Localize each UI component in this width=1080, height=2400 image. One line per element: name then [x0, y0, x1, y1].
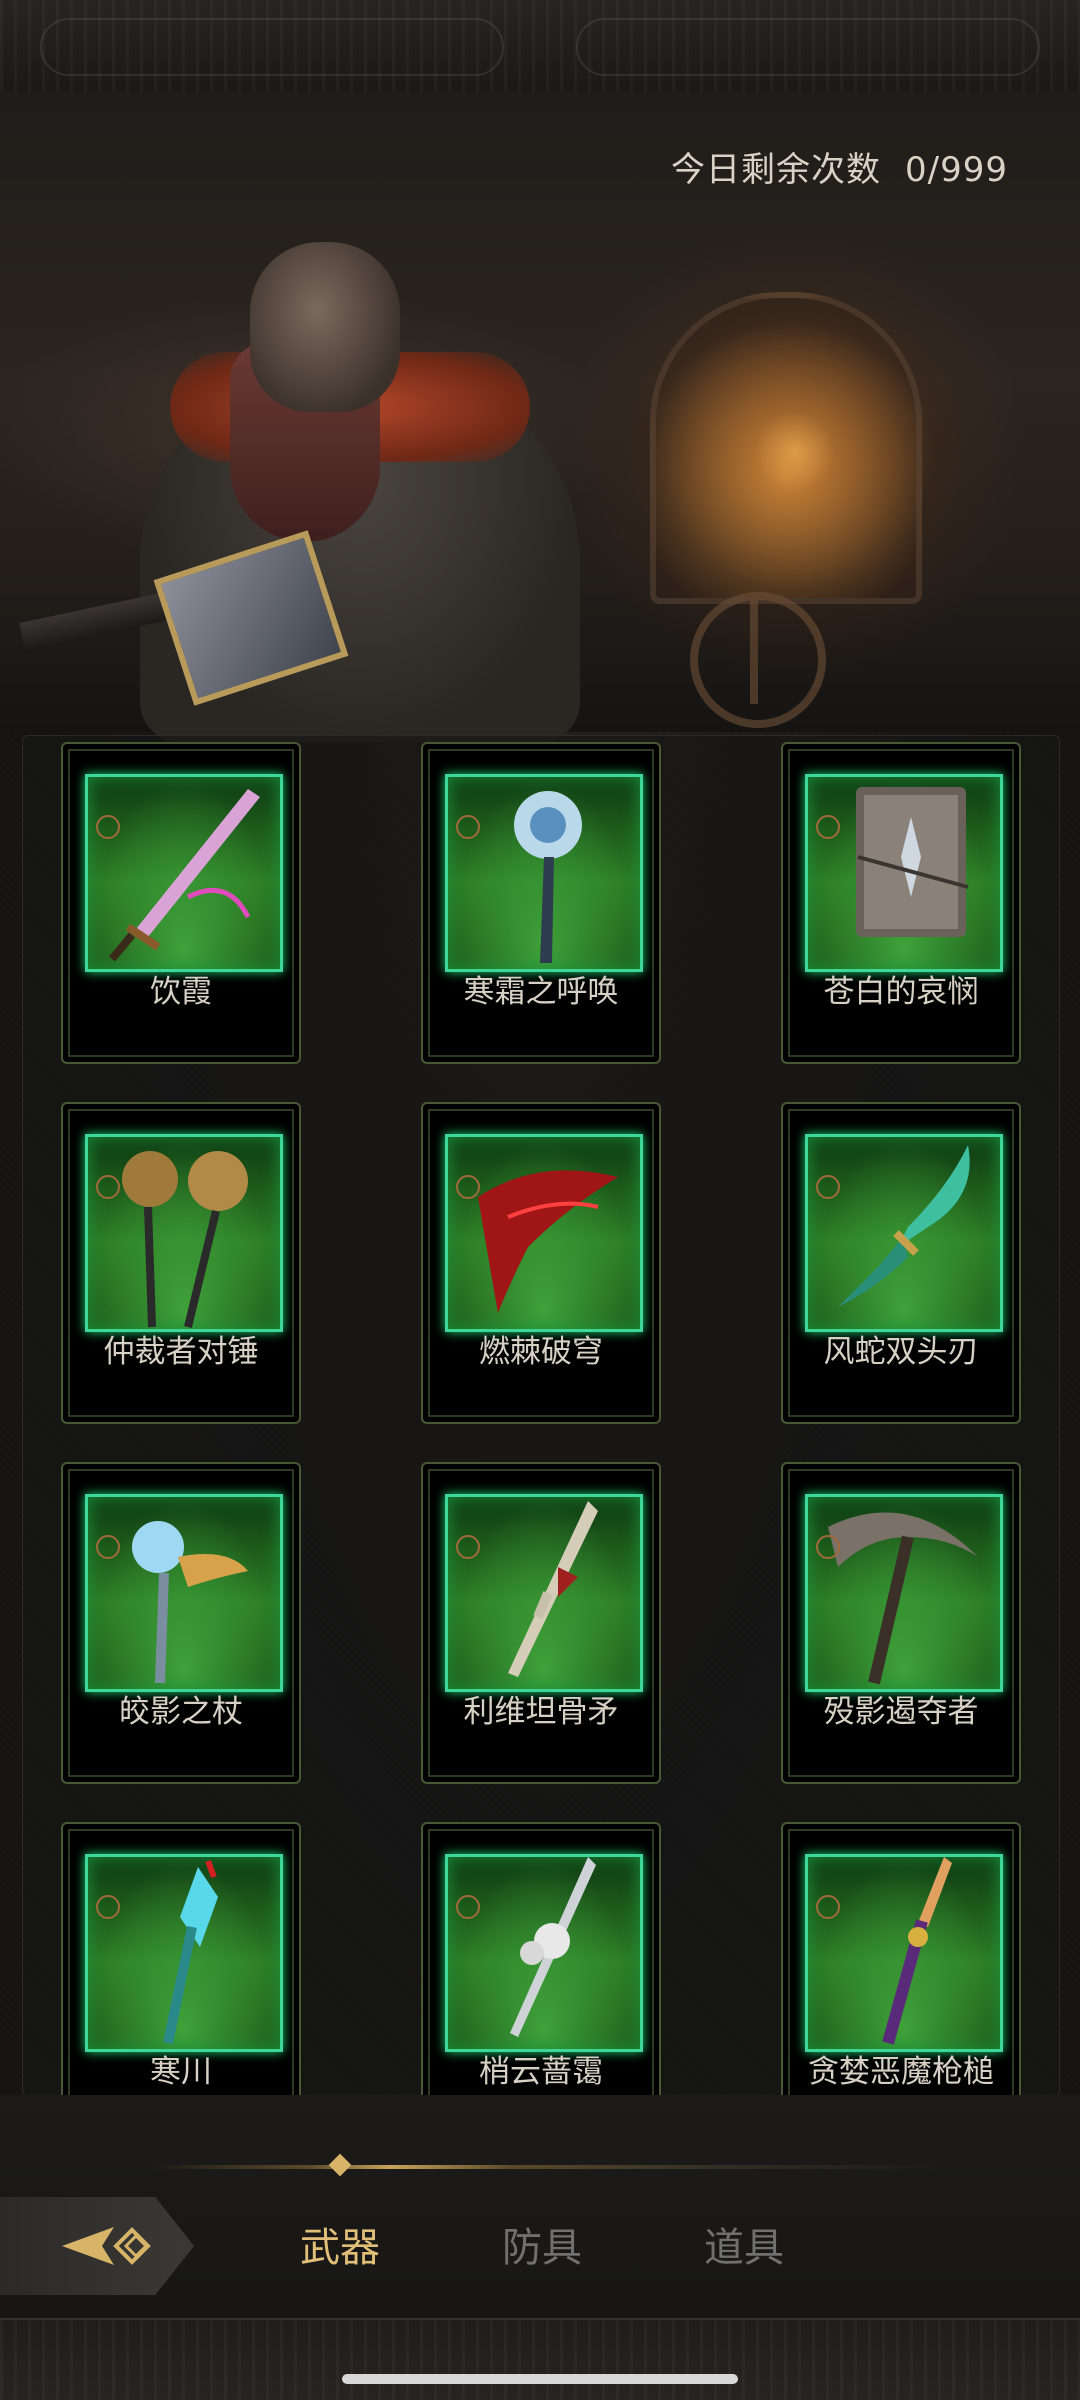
demon-lance-icon — [805, 1854, 1003, 2052]
ornament-swirl — [576, 18, 1040, 76]
weapon-card[interactable]: 饮霞 — [61, 742, 301, 1064]
active-tab-marker — [328, 2153, 352, 2177]
weapon-card[interactable]: 寒川 — [61, 1822, 301, 2096]
spellbook-icon — [805, 774, 1003, 972]
weapon-card[interactable]: 贪婪恶魔枪槌 — [781, 1822, 1021, 2096]
ring-marker — [456, 815, 480, 839]
ring-marker — [816, 1895, 840, 1919]
scythe-axe-icon — [805, 1494, 1003, 1692]
twin-mace-icon — [85, 1134, 283, 1332]
home-indicator[interactable] — [342, 2374, 738, 2384]
rose-spear-icon — [445, 1854, 643, 2052]
tab-divider — [150, 2165, 950, 2169]
tab-armor[interactable]: 防具 — [472, 2208, 612, 2288]
weapon-card[interactable]: 梢云蔷霭 — [421, 1822, 661, 2096]
weapon-name: 皎影之杖 — [119, 1694, 243, 1730]
counter-value: 0/999 — [905, 150, 1008, 190]
bottom-ornament-frame — [0, 2318, 1080, 2400]
ring-marker — [816, 815, 840, 839]
weapon-name: 殁影遏夺者 — [823, 1694, 979, 1730]
weapon-name: 仲裁者对锤 — [103, 1334, 259, 1370]
weapon-name: 梢云蔷霭 — [479, 2054, 603, 2090]
curved-dagger-icon — [805, 1134, 1003, 1332]
ring-marker — [96, 815, 120, 839]
forge-arch — [650, 292, 922, 604]
ring-marker — [816, 1175, 840, 1199]
weapon-card[interactable]: 寒霜之呼唤 — [421, 742, 661, 1064]
ring-marker — [456, 1535, 480, 1559]
ring-marker — [456, 1895, 480, 1919]
back-button[interactable] — [0, 2197, 194, 2295]
sword-icon — [85, 774, 283, 972]
weapon-grid: 饮霞 寒霜之呼唤 苍白的哀悯 仲裁者对锤 燃棘破穹 风蛇双头刃 皎影之杖 利维坦… — [22, 735, 1060, 2097]
ring-marker — [96, 1895, 120, 1919]
weapon-card[interactable]: 皎影之杖 — [61, 1462, 301, 1784]
screen: 今日剩余次数 0/999 饮霞 寒霜之呼唤 苍白的哀悯 仲裁者对锤 燃棘破穹 风… — [0, 0, 1080, 2400]
ring-marker — [456, 1175, 480, 1199]
blacksmith-character — [19, 222, 600, 742]
counter-label: 今日剩余次数 — [671, 150, 882, 190]
weapon-card[interactable]: 仲裁者对锤 — [61, 1102, 301, 1424]
weapon-name: 寒川 — [150, 2054, 212, 2090]
frost-staff-icon — [445, 774, 643, 972]
top-ornament-frame — [0, 0, 1080, 94]
ornament-swirl — [40, 18, 504, 76]
ring-marker — [816, 1535, 840, 1559]
back-arrow-icon — [62, 2227, 151, 2265]
crimson-blade-icon — [445, 1134, 643, 1332]
weapon-card[interactable]: 殁影遏夺者 — [781, 1462, 1021, 1784]
cart-wheel — [690, 592, 826, 728]
weapon-name: 贪婪恶魔枪槌 — [808, 2054, 994, 2090]
dragon-staff-icon — [85, 1494, 283, 1692]
weapon-name: 寒霜之呼唤 — [463, 974, 619, 1010]
ring-marker — [96, 1175, 120, 1199]
weapon-name: 利维坦骨矛 — [463, 1694, 619, 1730]
weapon-card[interactable]: 利维坦骨矛 — [421, 1462, 661, 1784]
weapon-card[interactable]: 苍白的哀悯 — [781, 742, 1021, 1064]
weapon-card[interactable]: 燃棘破穹 — [421, 1102, 661, 1424]
ring-marker — [96, 1535, 120, 1559]
weapon-name: 饮霞 — [150, 974, 212, 1010]
weapon-name: 燃棘破穹 — [479, 1334, 603, 1370]
ice-scepter-icon — [85, 1854, 283, 2052]
daily-remaining-counter: 今日剩余次数 0/999 — [671, 142, 1008, 191]
tab-items[interactable]: 道具 — [674, 2208, 814, 2288]
bone-spear-icon — [445, 1494, 643, 1692]
weapon-name: 风蛇双头刃 — [823, 1334, 979, 1370]
weapon-card[interactable]: 风蛇双头刃 — [781, 1102, 1021, 1424]
weapon-name: 苍白的哀悯 — [823, 974, 979, 1010]
tab-weapons[interactable]: 武器 — [270, 2208, 410, 2288]
